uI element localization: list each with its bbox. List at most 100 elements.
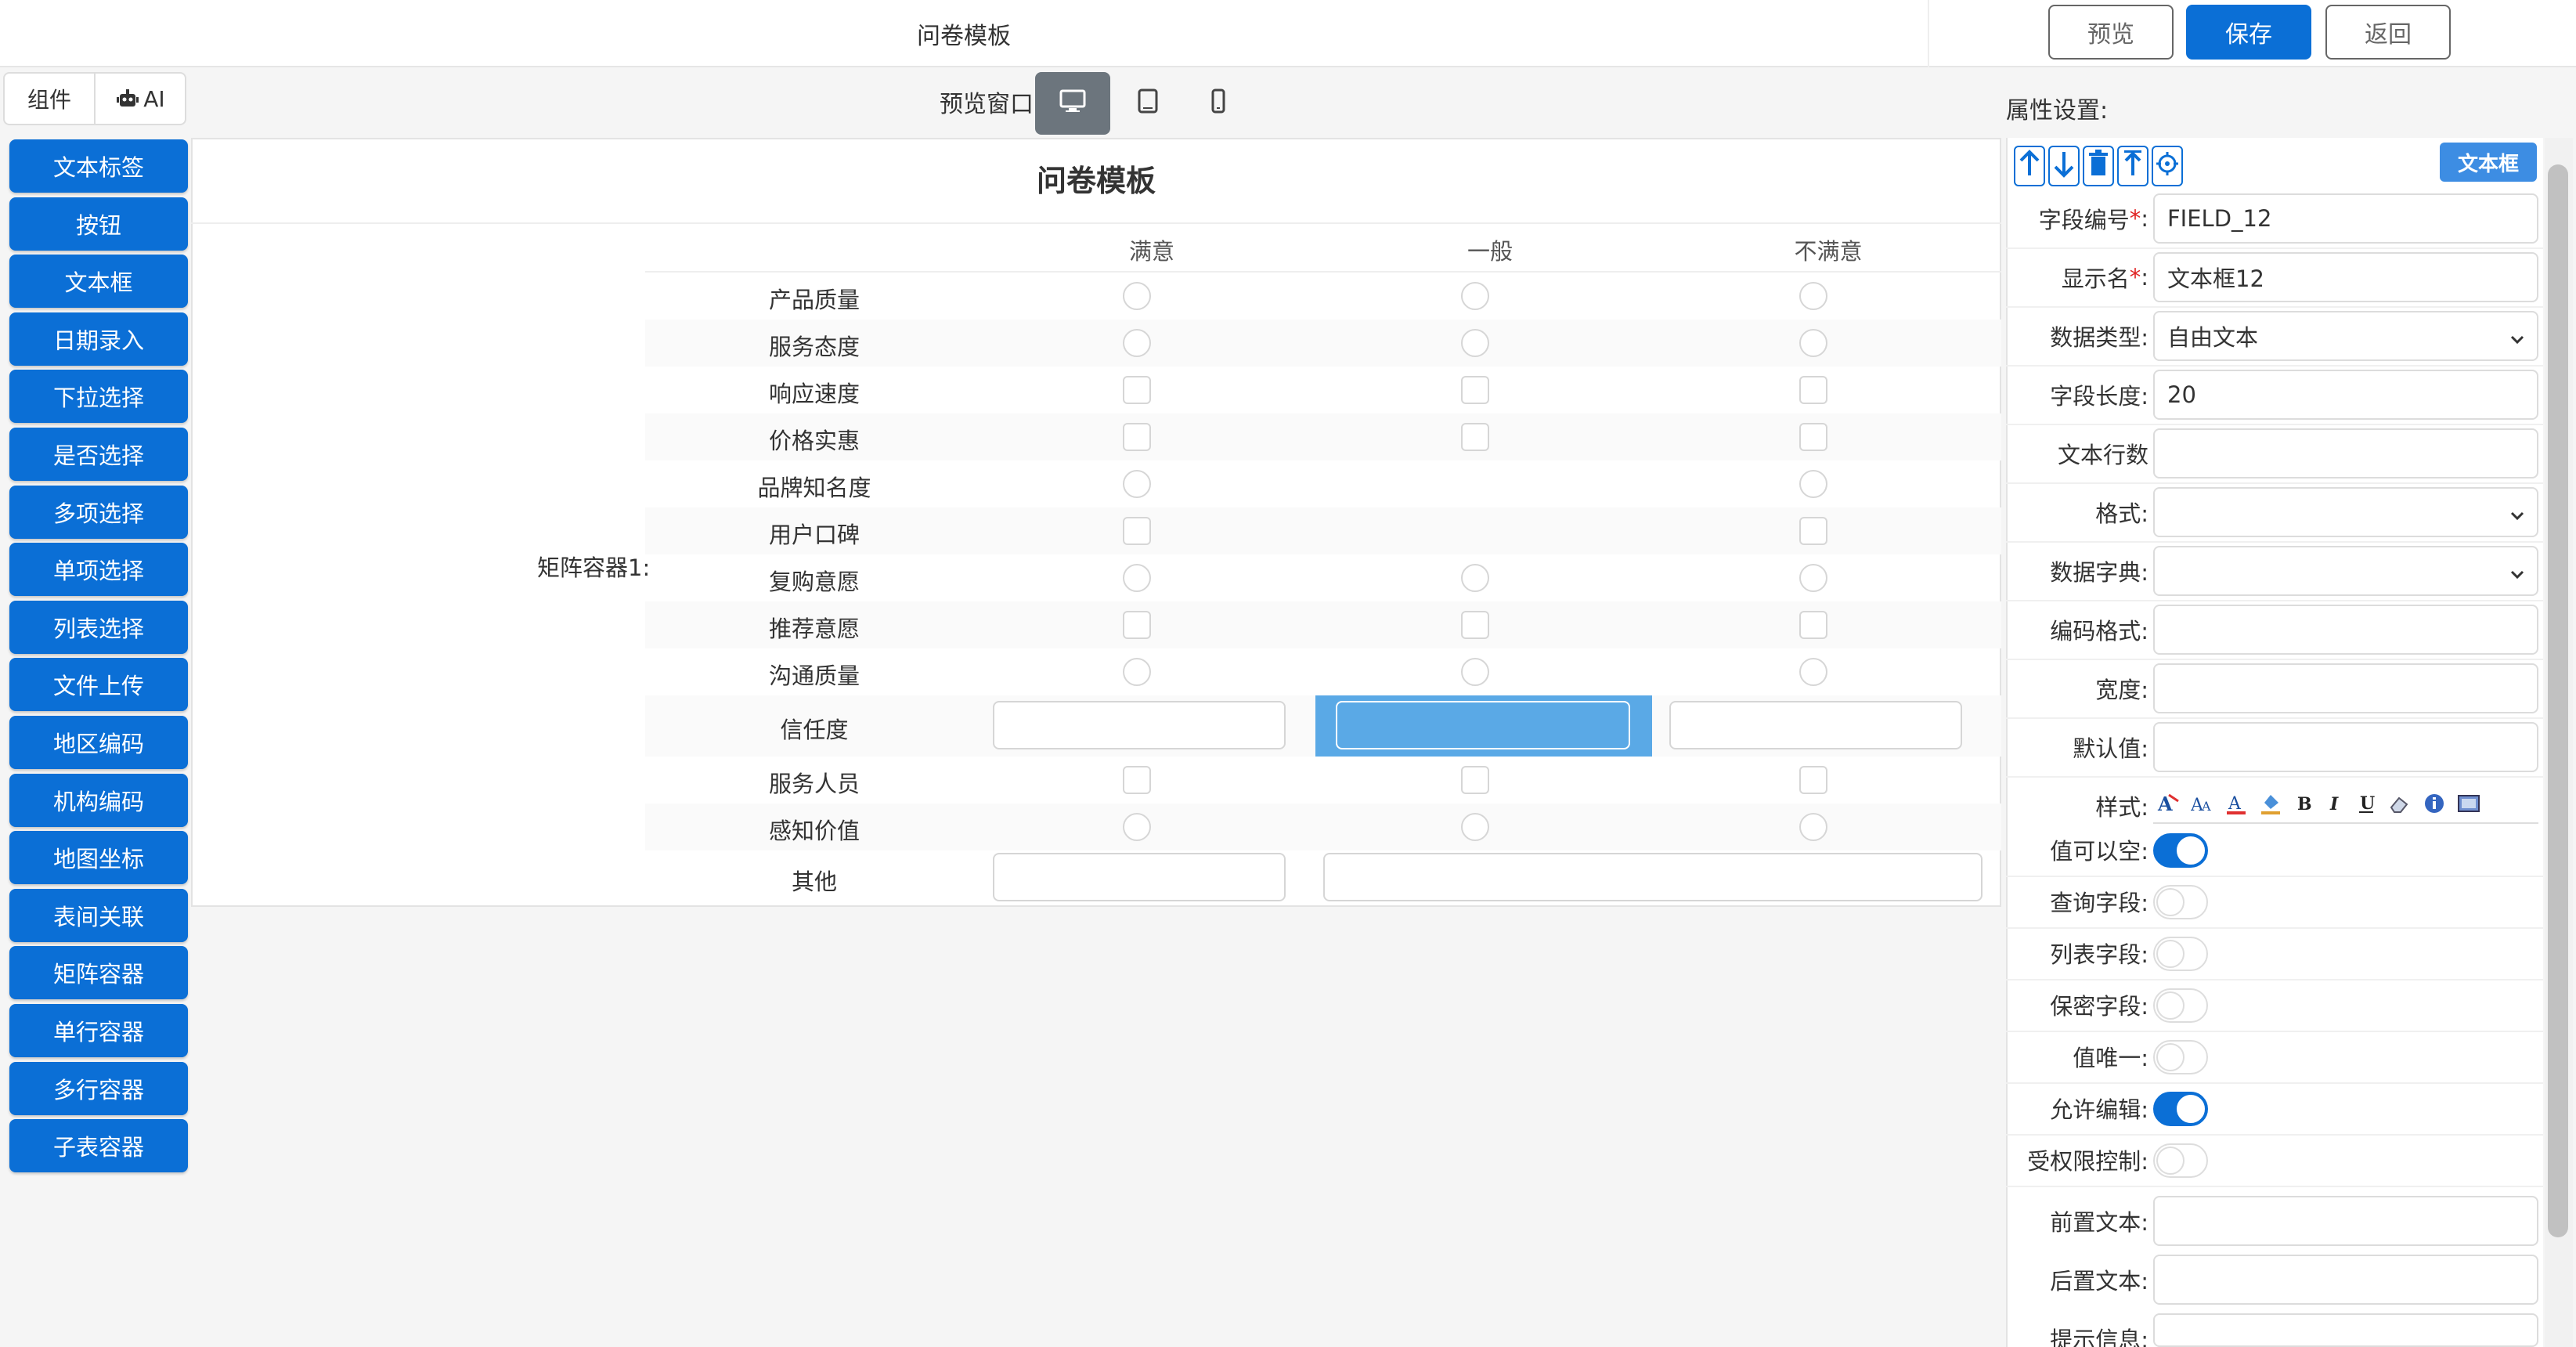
matrix-radio[interactable] [1461,813,1489,841]
toggle-switch[interactable] [2153,1092,2208,1126]
matrix-radio[interactable] [1461,564,1489,592]
scrollbar-thumb[interactable] [2548,164,2568,1237]
matrix-checkbox[interactable] [1461,376,1489,404]
matrix-radio[interactable] [1799,282,1827,310]
matrix-radio[interactable] [1799,564,1827,592]
font-color-icon[interactable]: A [2156,792,2180,815]
eraser-icon[interactable] [2388,792,2412,815]
matrix-radio[interactable] [1799,813,1827,841]
matrix-checkbox[interactable] [1123,376,1151,404]
preview-button[interactable]: 预览 [2048,5,2174,60]
component-button[interactable]: 子表容器 [9,1119,188,1173]
matrix-radio[interactable] [1123,658,1151,686]
matrix-radio[interactable] [1461,282,1489,310]
matrix-container[interactable]: 满意 一般 不满意 产品质量 服务态度 响应速度 价格实惠 品牌知名度 用户口碑 复购意愿 推荐意愿… [645,224,2001,905]
property-input[interactable] [2153,722,2538,772]
matrix-text-input[interactable] [1669,701,1962,749]
matrix-checkbox[interactable] [1461,423,1489,451]
bold-icon[interactable]: B [2294,792,2314,815]
property-input[interactable] [2153,605,2538,655]
target-button[interactable] [2152,146,2183,186]
fill-color-icon[interactable] [2260,792,2283,815]
component-button[interactable]: 单行容器 [9,1004,188,1057]
toggle-switch[interactable] [2153,1040,2208,1074]
property-select[interactable] [2153,546,2538,596]
matrix-radio[interactable] [1123,470,1151,498]
back-button[interactable]: 返回 [2325,5,2451,60]
matrix-radio[interactable] [1123,282,1151,310]
property-separator [2006,424,2543,425]
property-input[interactable] [2153,663,2538,713]
property-input[interactable] [2153,1313,2538,1347]
component-button[interactable]: 单项选择 [9,543,188,597]
matrix-checkbox[interactable] [1461,766,1489,794]
component-button[interactable]: 矩阵容器 [9,946,188,1000]
matrix-checkbox[interactable] [1799,766,1827,794]
info-icon[interactable] [2423,792,2446,815]
arrow-up-button[interactable] [2014,146,2045,186]
italic-icon[interactable]: I [2325,792,2346,815]
property-select[interactable]: 自由文本 [2153,311,2538,361]
save-button[interactable]: 保存 [2186,5,2311,60]
trash-button[interactable] [2083,146,2114,186]
component-button[interactable]: 日期录入 [9,312,188,366]
matrix-checkbox[interactable] [1123,766,1151,794]
matrix-radio[interactable] [1799,470,1827,498]
matrix-text-input[interactable] [993,701,1286,749]
matrix-radio[interactable] [1123,564,1151,592]
component-button[interactable]: 地区编码 [9,716,188,769]
matrix-text-input[interactable] [993,853,1286,901]
font-size-icon[interactable]: AA [2191,792,2214,815]
component-button[interactable]: 文本标签 [9,139,188,193]
toggle-switch[interactable] [2153,988,2208,1023]
component-button[interactable]: 表间关联 [9,888,188,942]
property-input[interactable] [2153,1255,2538,1305]
tab-ai[interactable]: AI [94,74,185,124]
matrix-checkbox[interactable] [1799,423,1827,451]
matrix-radio[interactable] [1461,658,1489,686]
move-top-button[interactable] [2117,146,2148,186]
phone-view-button[interactable] [1181,72,1256,135]
matrix-radio[interactable] [1461,329,1489,357]
component-button[interactable]: 下拉选择 [9,370,188,424]
property-input[interactable]: 20 [2153,370,2538,420]
matrix-checkbox[interactable] [1123,423,1151,451]
matrix-checkbox[interactable] [1461,611,1489,639]
component-button[interactable]: 文本框 [9,255,188,309]
component-button[interactable]: 地图坐标 [9,831,188,885]
matrix-checkbox[interactable] [1799,376,1827,404]
property-input[interactable]: 文本框12 [2153,252,2538,302]
image-icon[interactable] [2457,792,2480,815]
matrix-radio[interactable] [1799,329,1827,357]
component-button[interactable]: 列表选择 [9,600,188,654]
matrix-checkbox[interactable] [1123,517,1151,545]
toggle-switch[interactable] [2153,1143,2208,1178]
toggle-switch[interactable] [2153,937,2208,971]
property-input[interactable] [2153,428,2538,478]
matrix-radio[interactable] [1123,329,1151,357]
property-input[interactable] [2153,1196,2538,1246]
matrix-wide-input[interactable] [1323,853,1983,901]
property-select[interactable] [2153,487,2538,537]
toggle-switch[interactable] [2153,833,2208,868]
matrix-checkbox[interactable] [1799,517,1827,545]
matrix-checkbox[interactable] [1799,611,1827,639]
arrow-down-button[interactable] [2048,146,2080,186]
desktop-view-button[interactable] [1035,72,1110,135]
component-button[interactable]: 按钮 [9,197,188,251]
selected-text-input[interactable] [1336,701,1630,749]
text-color-icon[interactable]: A [2225,792,2249,815]
component-button[interactable]: 是否选择 [9,428,188,481]
component-button[interactable]: 多行容器 [9,1061,188,1115]
property-input[interactable]: FIELD_12 [2153,193,2538,244]
component-button[interactable]: 机构编码 [9,773,188,827]
matrix-checkbox[interactable] [1123,611,1151,639]
matrix-radio[interactable] [1799,658,1827,686]
tab-components[interactable]: 组件 [5,74,94,124]
underline-icon[interactable]: U [2357,792,2377,815]
toggle-switch[interactable] [2153,885,2208,919]
matrix-radio[interactable] [1123,813,1151,841]
component-button[interactable]: 多项选择 [9,485,188,539]
tablet-view-button[interactable] [1110,72,1185,135]
component-button[interactable]: 文件上传 [9,658,188,712]
